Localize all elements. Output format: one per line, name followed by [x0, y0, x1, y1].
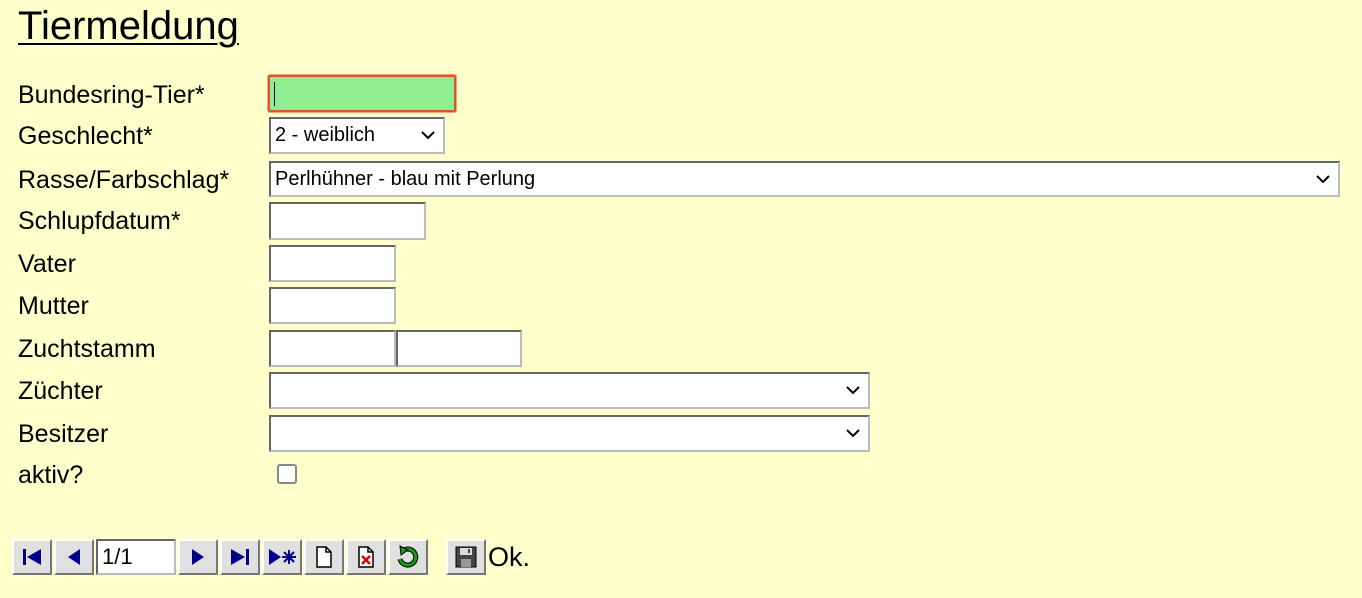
breed-select[interactable]: Perlhühner - blau mit Perlung — [269, 161, 1340, 197]
owner-label: Besitzer — [18, 420, 109, 448]
page-title: Tiermeldung — [18, 4, 239, 48]
save-button[interactable] — [446, 539, 486, 575]
last-record-button[interactable] — [220, 539, 260, 575]
previous-record-icon — [64, 547, 84, 567]
ring-label: Bundesring-Tier* — [18, 81, 205, 109]
sex-label: Geschlecht* — [18, 122, 153, 150]
chevron-down-icon — [1312, 168, 1334, 190]
father-label: Vater — [18, 250, 76, 278]
hatch-date-label: Schlupfdatum* — [18, 207, 181, 235]
breeder-label: Züchter — [18, 377, 103, 405]
first-record-button[interactable] — [12, 539, 52, 575]
mother-input[interactable] — [269, 287, 396, 324]
record-navigation-toolbar: 1/1 Ok. — [12, 538, 530, 576]
previous-record-button[interactable] — [54, 539, 94, 575]
save-disk-icon — [454, 545, 478, 569]
chevron-down-icon — [842, 423, 864, 445]
first-record-icon — [21, 547, 43, 567]
new-record-at-end-icon — [267, 547, 297, 567]
next-record-button[interactable] — [178, 539, 218, 575]
new-document-icon — [314, 545, 334, 569]
chevron-down-icon — [417, 125, 439, 147]
active-checkbox[interactable] — [277, 464, 297, 484]
ring-input[interactable] — [268, 75, 456, 112]
chevron-down-icon — [842, 380, 864, 402]
sex-select[interactable]: 2 - weiblich — [269, 117, 445, 154]
next-record-icon — [188, 547, 208, 567]
breeding-stock-label: Zuchtstamm — [18, 335, 156, 363]
text-cursor — [274, 82, 275, 106]
hatch-date-input[interactable] — [269, 202, 426, 240]
new-record-at-end-button[interactable] — [262, 539, 302, 575]
new-document-button[interactable] — [304, 539, 344, 575]
mother-label: Mutter — [18, 292, 89, 320]
delete-document-button[interactable] — [346, 539, 386, 575]
breeding-stock-input-1[interactable] — [269, 330, 396, 367]
last-record-icon — [229, 547, 251, 567]
status-text: Ok. — [488, 542, 531, 572]
breeding-stock-input-2[interactable] — [396, 330, 522, 367]
refresh-icon — [394, 545, 422, 569]
breed-select-value: Perlhühner - blau mit Perlung — [275, 167, 536, 190]
breeder-select[interactable] — [269, 372, 870, 409]
refresh-button[interactable] — [388, 539, 428, 575]
father-input[interactable] — [269, 245, 396, 282]
delete-document-icon — [356, 545, 376, 569]
breed-label: Rasse/Farbschlag* — [18, 166, 230, 194]
sex-select-value: 2 - weiblich — [275, 124, 376, 146]
active-label: aktiv? — [18, 461, 84, 489]
record-position-field[interactable]: 1/1 — [96, 539, 176, 575]
owner-select[interactable] — [269, 415, 870, 452]
